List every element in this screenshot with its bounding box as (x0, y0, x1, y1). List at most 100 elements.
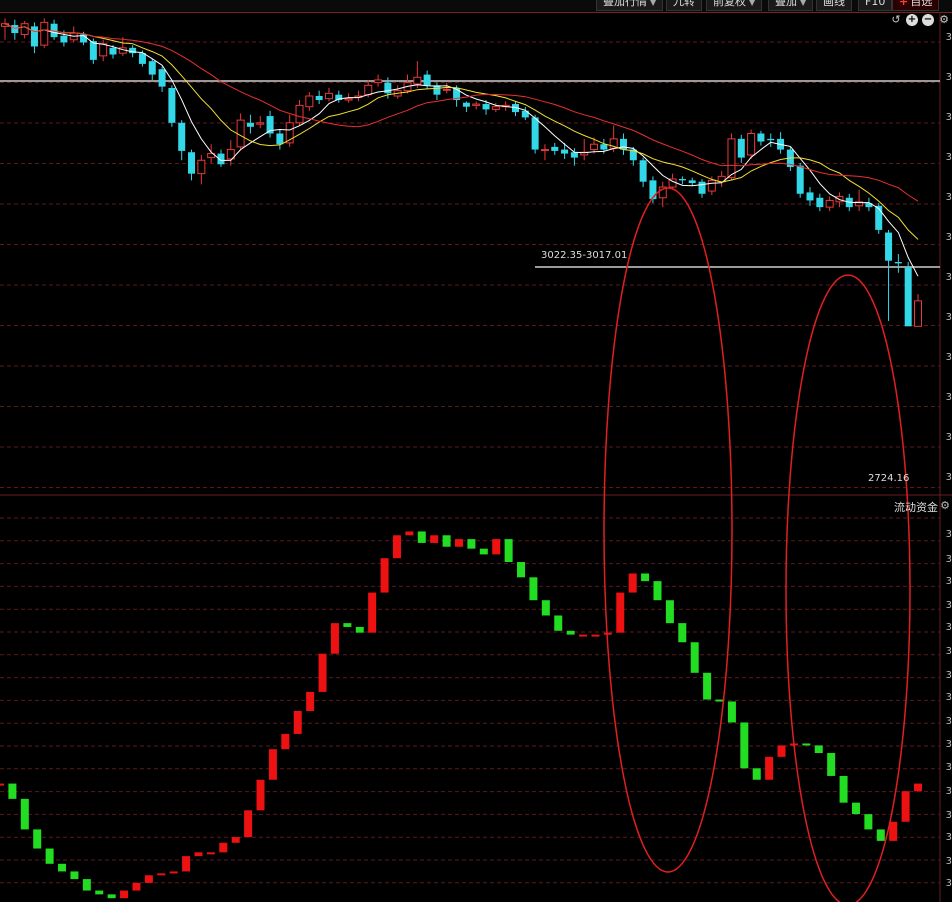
flow-bar-down (839, 775, 848, 803)
flow-bar-down (864, 814, 873, 830)
flow-bar-up (591, 634, 600, 637)
axis-tick-label: 3 (945, 856, 952, 867)
candle-down (767, 138, 775, 141)
flow-bar-up (579, 634, 588, 637)
axis-tick-label: 3 (945, 646, 952, 657)
candle-up (727, 138, 736, 179)
candle-down (482, 104, 490, 110)
candle-down (531, 117, 539, 150)
flow-bar-up (765, 756, 774, 780)
flow-bar-up (132, 882, 141, 891)
annotation-ellipse (603, 187, 733, 873)
flow-bar-down (727, 701, 736, 723)
candle-up (747, 133, 756, 156)
axis-tick-label: 3 (945, 472, 952, 483)
flow-bar-up (901, 791, 910, 822)
candle-down (148, 61, 156, 75)
flow-bar-up (318, 653, 327, 692)
flow-bar-down (517, 562, 526, 578)
candle-down (639, 160, 647, 182)
candle-down (276, 133, 284, 145)
candle-down (109, 47, 117, 55)
flow-bar-down (566, 630, 575, 635)
flow-bar-up (219, 842, 228, 853)
candle-down (462, 102, 470, 107)
candle-up (344, 98, 353, 101)
candle-up (197, 159, 206, 175)
flow-bar-down (20, 798, 29, 830)
axis-tick-label: 3 (945, 152, 952, 163)
flow-bar-down (417, 531, 426, 543)
axis-tick-label: 3 (945, 600, 952, 611)
flow-bar-up (306, 691, 315, 711)
axis-tick-label: 3 (945, 392, 952, 403)
axis-tick-label: 3 (945, 786, 952, 797)
candle-up (324, 92, 333, 100)
candle-down (806, 192, 814, 201)
candle-down (757, 133, 765, 142)
axis-tick-label: 3 (945, 192, 952, 203)
candle-up (236, 119, 245, 148)
candle-down (570, 152, 578, 158)
flow-bar-down (58, 863, 67, 872)
flow-bar-up (231, 837, 240, 843)
flow-bar-down (665, 600, 674, 624)
flow-bar-up (256, 779, 265, 811)
axis-tick-label: 3 (945, 272, 952, 283)
flow-bar-down (529, 577, 538, 601)
candle-down (433, 85, 441, 95)
flow-bar-down (107, 894, 116, 899)
flow-bar-down (8, 783, 17, 799)
candle-down (885, 232, 893, 261)
candle-down (678, 179, 686, 181)
axis-tick-label: 3 (945, 716, 952, 727)
candle-up (305, 95, 314, 108)
flow-bar-down (70, 871, 79, 880)
candle-down (600, 144, 608, 150)
flow-bar-up (914, 783, 922, 792)
candle-up (825, 199, 834, 208)
flow-bar-down (851, 802, 860, 815)
candle-up (99, 43, 108, 57)
flow-bar-down (715, 699, 724, 702)
flow-bar-down (504, 539, 513, 563)
flow-bar-down (703, 672, 712, 700)
axis-tick-label: 3 (945, 32, 952, 43)
candle-up (413, 76, 422, 85)
axis-tick-label: 3 (945, 576, 952, 587)
candle-down (904, 267, 912, 327)
axis-tick-label: 3 (945, 622, 952, 633)
axis-tick-label: 3 (945, 762, 952, 773)
range-price-label: 3022.35-3017.01 (541, 250, 628, 261)
flow-bar-up (293, 711, 302, 734)
candle-down (796, 165, 804, 194)
flow-settings-icon[interactable]: ⚙ (940, 499, 950, 512)
flow-bar-up (368, 592, 377, 633)
axis-tick-label: 3 (945, 670, 952, 681)
axis-tick-label: 3 (945, 312, 952, 323)
candle-up (364, 84, 373, 96)
flow-bar-down (653, 581, 662, 601)
candle-up (491, 106, 500, 110)
flow-panel-title: 流动资金 (894, 501, 938, 514)
kline-chart[interactable] (0, 0, 952, 902)
candle-up (442, 88, 451, 91)
candle-down (89, 41, 97, 60)
flow-bar-up (157, 873, 166, 876)
flow-bar-up (405, 531, 414, 536)
candle-down (315, 96, 323, 101)
flow-bar-down (690, 642, 699, 673)
flow-bar-up (380, 558, 389, 593)
flow-bar-down (641, 573, 650, 582)
flow-bar-up (206, 852, 215, 855)
flow-bar-down (740, 722, 749, 769)
flow-bar-up (430, 535, 439, 543)
candle-up (295, 104, 304, 124)
candle-down (138, 53, 146, 64)
candle-down (737, 138, 745, 158)
candle-up (914, 300, 922, 327)
candle-down (561, 149, 569, 154)
candle-down (246, 122, 254, 127)
flow-bar-down (95, 890, 104, 895)
flow-bar-down (343, 623, 352, 627)
